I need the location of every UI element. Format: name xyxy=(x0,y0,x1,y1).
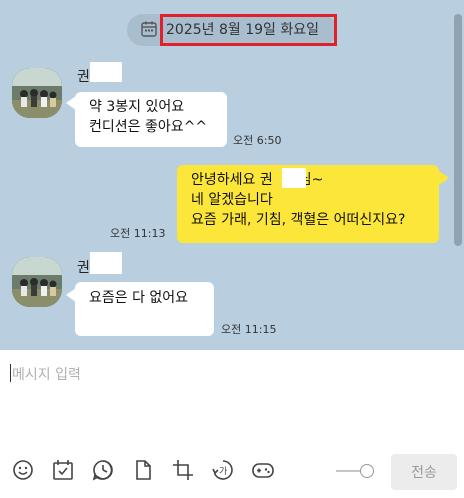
message-line: 안녕하세요 권 xyxy=(191,172,273,188)
crop-icon[interactable] xyxy=(170,457,196,483)
message-line: 요즘은 다 없어요 xyxy=(89,290,189,306)
message-line: 요즘 가래, 기침, 객혈은 어떠신지요? xyxy=(191,212,406,228)
message-time: 오전 11:15 xyxy=(221,323,277,336)
scrollbar[interactable] xyxy=(454,14,462,246)
calendar-icon xyxy=(140,20,158,38)
emoji-icon[interactable] xyxy=(10,457,36,483)
redacted-name xyxy=(282,168,306,188)
message-line: 네 알겠습니다 xyxy=(191,192,273,208)
avatar[interactable] xyxy=(12,257,62,307)
game-controller-icon[interactable] xyxy=(250,457,276,483)
svg-text:가: 가 xyxy=(219,466,227,477)
message-time: 오전 11:13 xyxy=(110,227,166,240)
slider-knob[interactable] xyxy=(360,464,374,478)
translate-icon[interactable]: 가 xyxy=(210,457,236,483)
avatar[interactable] xyxy=(12,68,62,118)
chat-area: 2025년 8월 19일 화요일 권 약 3봉지 있어요 컨디션은 좋아요^^ … xyxy=(0,0,464,350)
sender-name: 권 xyxy=(77,69,90,85)
send-button[interactable]: 전송 xyxy=(391,454,457,490)
clock-icon[interactable] xyxy=(90,457,116,483)
text-caret xyxy=(10,364,11,382)
message-line: 컨디션은 좋아요^^ xyxy=(89,119,208,135)
message-bubble-in[interactable]: 요즘은 다 없어요 xyxy=(75,282,214,336)
bubble-tail xyxy=(439,171,449,185)
message-bubble-out[interactable]: 안녕하세요 권 님~ 네 알겠습니다 요즘 가래, 기침, 객혈은 어떠신지요? xyxy=(177,165,439,243)
message-line: 약 3봉지 있어요 xyxy=(89,99,185,115)
message-time: 오전 6:50 xyxy=(233,134,282,147)
redacted-name xyxy=(90,252,122,274)
message-bubble-in[interactable]: 약 3봉지 있어요 컨디션은 좋아요^^ xyxy=(75,92,227,147)
sender-name: 권 xyxy=(77,260,90,276)
file-icon[interactable] xyxy=(130,457,156,483)
calendar-check-icon[interactable] xyxy=(50,457,76,483)
highlight-box xyxy=(160,14,337,46)
redacted-name xyxy=(90,62,122,82)
message-input[interactable]: 메시지 입력 xyxy=(12,364,81,384)
